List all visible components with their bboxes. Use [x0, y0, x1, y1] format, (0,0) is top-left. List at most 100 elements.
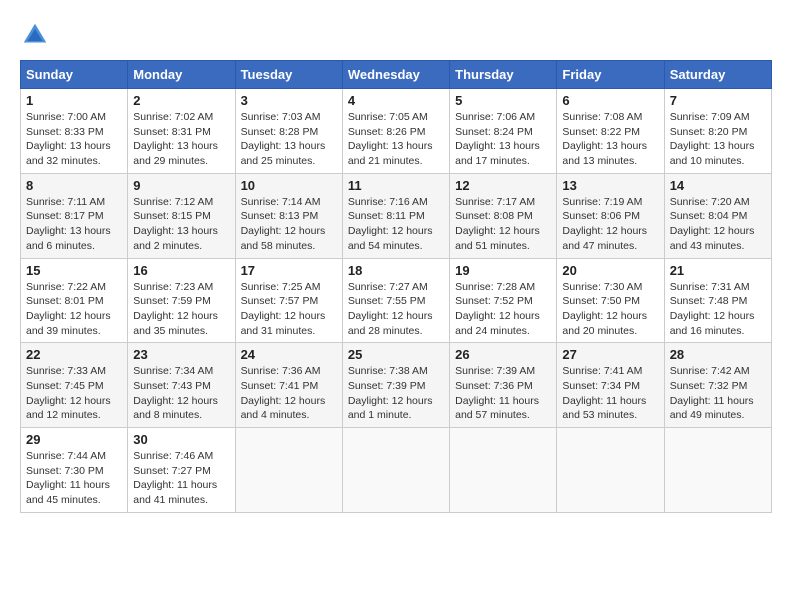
logo-icon	[20, 20, 50, 50]
day-info: Sunrise: 7:17 AMSunset: 8:08 PMDaylight:…	[455, 195, 551, 254]
day-number: 24	[241, 347, 337, 362]
calendar-cell: 28 Sunrise: 7:42 AMSunset: 7:32 PMDayligh…	[664, 343, 771, 428]
calendar-cell: 13 Sunrise: 7:19 AMSunset: 8:06 PMDayligh…	[557, 173, 664, 258]
day-info: Sunrise: 7:46 AMSunset: 7:27 PMDaylight:…	[133, 449, 229, 508]
calendar-week-row: 22 Sunrise: 7:33 AMSunset: 7:45 PMDayligh…	[21, 343, 772, 428]
calendar-cell	[450, 428, 557, 513]
day-number: 8	[26, 178, 122, 193]
calendar-cell: 27 Sunrise: 7:41 AMSunset: 7:34 PMDayligh…	[557, 343, 664, 428]
calendar-cell: 3Sunrise: 7:03 AMSunset: 8:28 PMDaylight…	[235, 89, 342, 174]
day-number: 17	[241, 263, 337, 278]
day-info: Sunrise: 7:39 AMSunset: 7:36 PMDaylight:…	[455, 364, 551, 423]
day-number: 25	[348, 347, 444, 362]
calendar-cell	[342, 428, 449, 513]
day-info: Sunrise: 7:41 AMSunset: 7:34 PMDaylight:…	[562, 364, 658, 423]
day-info: Sunrise: 7:05 AMSunset: 8:26 PMDaylight:…	[348, 110, 444, 169]
calendar-cell: 25 Sunrise: 7:38 AMSunset: 7:39 PMDayligh…	[342, 343, 449, 428]
calendar-week-row: 8 Sunrise: 7:11 AMSunset: 8:17 PMDaylight…	[21, 173, 772, 258]
day-info: Sunrise: 7:12 AMSunset: 8:15 PMDaylight:…	[133, 195, 229, 254]
day-number: 29	[26, 432, 122, 447]
day-number: 14	[670, 178, 766, 193]
day-number: 23	[133, 347, 229, 362]
day-info: Sunrise: 7:31 AMSunset: 7:48 PMDaylight:…	[670, 280, 766, 339]
day-info: Sunrise: 7:23 AMSunset: 7:59 PMDaylight:…	[133, 280, 229, 339]
calendar-cell: 21 Sunrise: 7:31 AMSunset: 7:48 PMDayligh…	[664, 258, 771, 343]
calendar-cell: 16 Sunrise: 7:23 AMSunset: 7:59 PMDayligh…	[128, 258, 235, 343]
calendar-cell: 10 Sunrise: 7:14 AMSunset: 8:13 PMDayligh…	[235, 173, 342, 258]
calendar-week-row: 29 Sunrise: 7:44 AMSunset: 7:30 PMDayligh…	[21, 428, 772, 513]
day-info: Sunrise: 7:11 AMSunset: 8:17 PMDaylight:…	[26, 195, 122, 254]
calendar-week-row: 1Sunrise: 7:00 AMSunset: 8:33 PMDaylight…	[21, 89, 772, 174]
day-number: 20	[562, 263, 658, 278]
day-info: Sunrise: 7:19 AMSunset: 8:06 PMDaylight:…	[562, 195, 658, 254]
day-info: Sunrise: 7:03 AMSunset: 8:28 PMDaylight:…	[241, 110, 337, 169]
calendar-cell: 2 Sunrise: 7:02 AMSunset: 8:31 PMDaylight…	[128, 89, 235, 174]
day-number: 4	[348, 93, 444, 108]
day-number: 11	[348, 178, 444, 193]
day-number: 19	[455, 263, 551, 278]
calendar-cell: 5 Sunrise: 7:06 AMSunset: 8:24 PMDaylight…	[450, 89, 557, 174]
calendar-week-row: 15Sunrise: 7:22 AMSunset: 8:01 PMDayligh…	[21, 258, 772, 343]
day-header-thursday: Thursday	[450, 61, 557, 89]
day-info: Sunrise: 7:34 AMSunset: 7:43 PMDaylight:…	[133, 364, 229, 423]
day-info: Sunrise: 7:38 AMSunset: 7:39 PMDaylight:…	[348, 364, 444, 423]
day-header-saturday: Saturday	[664, 61, 771, 89]
day-header-wednesday: Wednesday	[342, 61, 449, 89]
day-info: Sunrise: 7:02 AMSunset: 8:31 PMDaylight:…	[133, 110, 229, 169]
day-number: 26	[455, 347, 551, 362]
day-number: 22	[26, 347, 122, 362]
calendar-cell: 1Sunrise: 7:00 AMSunset: 8:33 PMDaylight…	[21, 89, 128, 174]
day-info: Sunrise: 7:16 AMSunset: 8:11 PMDaylight:…	[348, 195, 444, 254]
calendar-cell: 9Sunrise: 7:12 AMSunset: 8:15 PMDaylight…	[128, 173, 235, 258]
day-info: Sunrise: 7:36 AMSunset: 7:41 PMDaylight:…	[241, 364, 337, 423]
day-number: 16	[133, 263, 229, 278]
day-info: Sunrise: 7:08 AMSunset: 8:22 PMDaylight:…	[562, 110, 658, 169]
day-info: Sunrise: 7:22 AMSunset: 8:01 PMDaylight:…	[26, 280, 122, 339]
calendar-cell: 19Sunrise: 7:28 AMSunset: 7:52 PMDayligh…	[450, 258, 557, 343]
day-number: 27	[562, 347, 658, 362]
day-number: 18	[348, 263, 444, 278]
day-header-sunday: Sunday	[21, 61, 128, 89]
calendar-cell: 15Sunrise: 7:22 AMSunset: 8:01 PMDayligh…	[21, 258, 128, 343]
day-info: Sunrise: 7:33 AMSunset: 7:45 PMDaylight:…	[26, 364, 122, 423]
day-number: 5	[455, 93, 551, 108]
calendar-cell: 18 Sunrise: 7:27 AMSunset: 7:55 PMDayligh…	[342, 258, 449, 343]
calendar-cell: 23 Sunrise: 7:34 AMSunset: 7:43 PMDayligh…	[128, 343, 235, 428]
calendar-cell: 4 Sunrise: 7:05 AMSunset: 8:26 PMDaylight…	[342, 89, 449, 174]
calendar-cell: 30 Sunrise: 7:46 AMSunset: 7:27 PMDayligh…	[128, 428, 235, 513]
day-number: 10	[241, 178, 337, 193]
day-info: Sunrise: 7:30 AMSunset: 7:50 PMDaylight:…	[562, 280, 658, 339]
day-info: Sunrise: 7:42 AMSunset: 7:32 PMDaylight:…	[670, 364, 766, 423]
day-number: 13	[562, 178, 658, 193]
day-info: Sunrise: 7:20 AMSunset: 8:04 PMDaylight:…	[670, 195, 766, 254]
day-number: 6	[562, 93, 658, 108]
calendar-table: SundayMondayTuesdayWednesdayThursdayFrid…	[20, 60, 772, 513]
day-info: Sunrise: 7:25 AMSunset: 7:57 PMDaylight:…	[241, 280, 337, 339]
day-info: Sunrise: 7:00 AMSunset: 8:33 PMDaylight:…	[26, 110, 122, 169]
day-number: 30	[133, 432, 229, 447]
calendar-cell: 26 Sunrise: 7:39 AMSunset: 7:36 PMDayligh…	[450, 343, 557, 428]
day-info: Sunrise: 7:27 AMSunset: 7:55 PMDaylight:…	[348, 280, 444, 339]
calendar-cell: 14 Sunrise: 7:20 AMSunset: 8:04 PMDayligh…	[664, 173, 771, 258]
day-number: 21	[670, 263, 766, 278]
calendar-cell: 12 Sunrise: 7:17 AMSunset: 8:08 PMDayligh…	[450, 173, 557, 258]
page-header	[20, 20, 772, 50]
day-number: 7	[670, 93, 766, 108]
calendar-cell: 22 Sunrise: 7:33 AMSunset: 7:45 PMDayligh…	[21, 343, 128, 428]
logo	[20, 20, 54, 50]
calendar-cell: 29 Sunrise: 7:44 AMSunset: 7:30 PMDayligh…	[21, 428, 128, 513]
day-header-monday: Monday	[128, 61, 235, 89]
calendar-cell	[235, 428, 342, 513]
calendar-cell: 20 Sunrise: 7:30 AMSunset: 7:50 PMDayligh…	[557, 258, 664, 343]
day-number: 12	[455, 178, 551, 193]
calendar-cell	[557, 428, 664, 513]
day-info: Sunrise: 7:06 AMSunset: 8:24 PMDaylight:…	[455, 110, 551, 169]
day-info: Sunrise: 7:14 AMSunset: 8:13 PMDaylight:…	[241, 195, 337, 254]
day-number: 2	[133, 93, 229, 108]
calendar-cell: 24 Sunrise: 7:36 AMSunset: 7:41 PMDayligh…	[235, 343, 342, 428]
day-info: Sunrise: 7:44 AMSunset: 7:30 PMDaylight:…	[26, 449, 122, 508]
calendar-cell	[664, 428, 771, 513]
day-header-tuesday: Tuesday	[235, 61, 342, 89]
day-number: 28	[670, 347, 766, 362]
day-header-friday: Friday	[557, 61, 664, 89]
